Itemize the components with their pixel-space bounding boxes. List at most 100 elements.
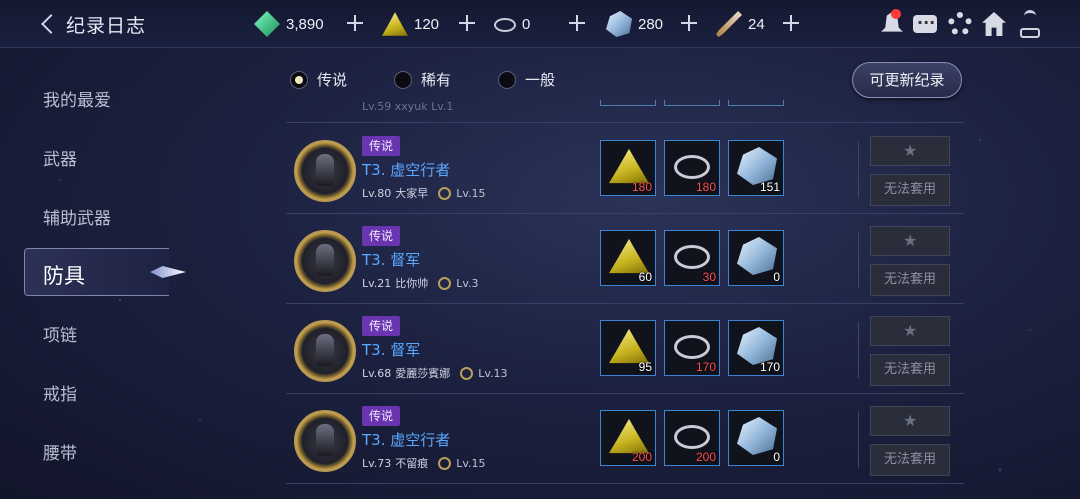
sidebar-item-label: 防具 xyxy=(43,264,85,288)
character-level: Lv.80 xyxy=(362,186,392,200)
sidebar-item-sub-weapon[interactable]: 辅助武器 xyxy=(43,204,111,229)
add-green-gem-button[interactable] xyxy=(344,12,366,34)
character-avatar[interactable] xyxy=(294,140,356,202)
skill-ring-icon xyxy=(438,456,452,470)
character-level: Lv.21 xyxy=(362,276,392,290)
material-count: 200 xyxy=(631,450,652,464)
chat-icon[interactable] xyxy=(913,9,937,33)
material-count: 30 xyxy=(702,270,716,284)
item-name: T3. 虚空行者 xyxy=(362,161,451,179)
record-list[interactable]: Lv.59 xxyuk Lv.1 传说 T3. 虚空行者 Lv.80 大家早 L… xyxy=(286,100,964,499)
apply-button[interactable]: 无法套用 xyxy=(870,354,950,386)
currency-value: 0 xyxy=(522,15,531,33)
grade-badge: 传说 xyxy=(362,406,401,426)
add-feather-sword-button[interactable] xyxy=(780,12,802,34)
material-slot-silver-ring[interactable]: 30 xyxy=(664,230,720,286)
skill-level: Lv.15 xyxy=(456,186,486,200)
add-yellow-ore-button[interactable] xyxy=(456,12,478,34)
currency-yellow-ore: 120 xyxy=(382,10,439,38)
update-record-button[interactable]: 可更新纪录 xyxy=(852,62,962,98)
material-slot-crystal[interactable]: 0 xyxy=(728,410,784,466)
list-item[interactable]: 传说 T3. 督军 Lv.21 比你帅 Lv.3 60 30 0 无法套用 xyxy=(286,214,964,304)
material-count: 95 xyxy=(638,360,652,374)
radio-icon xyxy=(290,70,308,89)
apply-button[interactable]: 无法套用 xyxy=(870,444,950,476)
list-item[interactable]: 传说 T3. 虚空行者 Lv.80 大家早 Lv.15 180 180 151 … xyxy=(286,124,964,214)
skill-level: Lv.3 xyxy=(456,276,479,290)
filter-common[interactable]: 一般 xyxy=(498,69,555,90)
material-count: 60 xyxy=(638,270,652,284)
sidebar-item-weapon[interactable]: 武器 xyxy=(43,145,77,170)
add-crystal-button[interactable] xyxy=(678,12,700,34)
skill-ring-icon xyxy=(460,366,474,380)
grade-badge: 传说 xyxy=(362,136,401,156)
add-silver-ring-button[interactable] xyxy=(566,12,588,34)
sidebar-item-necklace[interactable]: 项链 xyxy=(43,321,77,346)
material-count: 180 xyxy=(695,180,716,194)
material-slot-silver-ring[interactable]: 170 xyxy=(664,320,720,376)
list-item[interactable]: 传说 T3. 督军 Lv.68 愛麗莎賓娜 Lv.13 95 170 170 无… xyxy=(286,304,964,394)
battery-icon xyxy=(1020,28,1040,38)
grade-badge: 传说 xyxy=(362,316,401,336)
material-slot-silver-ring[interactable]: 200 xyxy=(664,410,720,466)
material-count: 0 xyxy=(773,450,780,464)
silver-ring-icon xyxy=(674,425,710,449)
sidebar-item-favorites[interactable]: 我的最爱 xyxy=(43,86,111,111)
list-item[interactable]: 传说 T3. 虚空行者 Lv.73 不留痕 Lv.15 200 200 0 无法… xyxy=(286,394,964,484)
material-slot-crystal[interactable]: 170 xyxy=(728,320,784,376)
filter-label: 一般 xyxy=(525,71,556,89)
owner-name: 不留痕 xyxy=(395,457,429,470)
character-avatar[interactable] xyxy=(294,410,356,472)
material-slot-stub xyxy=(600,100,656,106)
page-title: 纪录日志 xyxy=(66,15,147,37)
material-count: 170 xyxy=(759,360,780,374)
apply-button[interactable]: 无法套用 xyxy=(870,264,950,296)
material-slot-crystal[interactable]: 0 xyxy=(728,230,784,286)
material-slot-stub xyxy=(728,100,784,106)
divider xyxy=(858,412,859,468)
sidebar-item-belt[interactable]: 腰带 xyxy=(43,439,77,464)
owner-name: 大家早 xyxy=(395,187,429,200)
material-slot-yellow-ore[interactable]: 60 xyxy=(600,230,656,286)
material-count: 151 xyxy=(759,180,780,194)
silver-ring-icon xyxy=(674,155,710,179)
home-icon[interactable] xyxy=(982,12,1006,36)
green-gem-icon xyxy=(254,11,280,37)
currency-green-gem: 3,890 xyxy=(254,10,324,38)
favorite-star-button[interactable] xyxy=(870,136,950,166)
silver-ring-icon xyxy=(494,18,516,32)
currency-value: 120 xyxy=(414,15,440,33)
material-slot-crystal[interactable]: 151 xyxy=(728,140,784,196)
favorite-star-button[interactable] xyxy=(870,406,950,436)
favorite-star-button[interactable] xyxy=(870,316,950,346)
sidebar-item-armor[interactable]: 防具 xyxy=(24,248,169,296)
material-slot-yellow-ore[interactable]: 95 xyxy=(600,320,656,376)
character-avatar[interactable] xyxy=(294,320,356,382)
filter-legendary[interactable]: 传说 xyxy=(290,69,347,90)
crystal-icon xyxy=(737,237,777,275)
character-avatar[interactable] xyxy=(294,230,356,292)
material-slot-silver-ring[interactable]: 180 xyxy=(664,140,720,196)
divider xyxy=(858,322,859,378)
material-slot-yellow-ore[interactable]: 200 xyxy=(600,410,656,466)
apply-button[interactable]: 无法套用 xyxy=(870,174,950,206)
crystal-icon xyxy=(737,417,777,455)
item-name: T3. 督军 xyxy=(362,341,421,359)
back-arrow-icon[interactable] xyxy=(38,12,60,36)
crystal-icon xyxy=(606,11,632,37)
sidebar-item-ring[interactable]: 戒指 xyxy=(43,380,77,405)
currency-value: 24 xyxy=(748,15,765,33)
material-count: 170 xyxy=(695,360,716,374)
notification-dot xyxy=(891,9,901,19)
material-count: 180 xyxy=(631,180,652,194)
filter-rare[interactable]: 稀有 xyxy=(394,69,451,90)
gear-icon[interactable] xyxy=(948,12,972,36)
material-slot-yellow-ore[interactable]: 180 xyxy=(600,140,656,196)
owner-info: Lv.80 大家早 Lv.15 xyxy=(362,185,486,201)
selected-arrow-icon xyxy=(150,262,190,282)
currency-silver-ring: 0 xyxy=(494,10,530,38)
favorite-star-button[interactable] xyxy=(870,226,950,256)
item-name: T3. 虚空行者 xyxy=(362,431,451,449)
material-count: 200 xyxy=(695,450,716,464)
material-count: 0 xyxy=(773,270,780,284)
